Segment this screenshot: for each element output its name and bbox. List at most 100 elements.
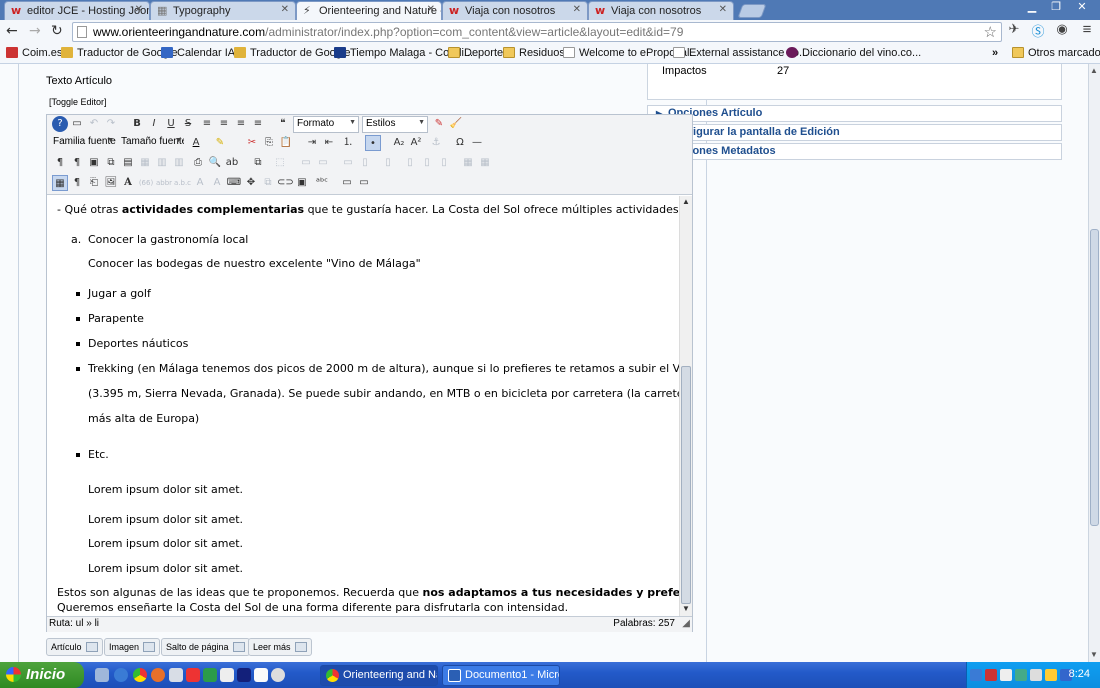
highlight-icon[interactable]: ✎: [212, 135, 228, 151]
table-row-before-icon[interactable]: ▭: [298, 155, 314, 171]
replace-icon[interactable]: ab: [224, 155, 240, 171]
accordion-article-options[interactable]: ▶ Opciones Artículo: [647, 105, 1062, 122]
bookmarks-overflow-button[interactable]: »: [992, 47, 998, 59]
code-view-icon[interactable]: ▭: [356, 175, 372, 191]
editor-scrollbar[interactable]: ▲ ▼: [679, 196, 692, 616]
page-break-button[interactable]: Salto de página: [161, 638, 250, 656]
font-family-select[interactable]: Familia fuente ▼: [50, 135, 116, 152]
cleanup-icon[interactable]: 🧹: [448, 116, 464, 132]
row-icon[interactable]: ▥: [154, 155, 170, 171]
browser-tab[interactable]: w Viaja con nosotros ✕: [588, 1, 734, 20]
taskbar-task-word[interactable]: Documento1 - Micros...: [442, 665, 560, 686]
tray-icon[interactable]: [1015, 669, 1027, 681]
table-col-before-icon[interactable]: ▯: [357, 155, 373, 171]
table-delete-col-icon[interactable]: ▯: [402, 155, 418, 171]
start-button[interactable]: Inicio: [0, 662, 84, 688]
special-char-icon[interactable]: Ω: [452, 135, 468, 151]
window-close-icon[interactable]: ✕: [1072, 0, 1092, 14]
extension-icon[interactable]: ✈: [1006, 21, 1022, 37]
chrome-icon[interactable]: [133, 668, 147, 682]
copy-icon[interactable]: ⎘: [261, 135, 277, 151]
forward-icon[interactable]: →: [29, 23, 41, 39]
paragraph-ltr-icon[interactable]: ¶: [52, 155, 68, 171]
browser-tab-active[interactable]: ⚡ Orienteering and Nature - Ad ✕: [296, 1, 442, 20]
horizontal-rule-icon[interactable]: —: [469, 135, 485, 151]
cite-icon[interactable]: (66): [138, 175, 154, 191]
font-color-icon[interactable]: A: [188, 135, 204, 151]
close-tab-icon[interactable]: ✕: [281, 4, 289, 15]
superscript-icon[interactable]: A²: [408, 135, 424, 151]
table-icon[interactable]: ▦: [137, 155, 153, 171]
page-scrollbar[interactable]: ▲ ▼: [1088, 64, 1100, 662]
image-manager-icon[interactable]: ▣: [294, 175, 310, 191]
tray-icon[interactable]: [1030, 669, 1042, 681]
close-tab-icon[interactable]: ✕: [719, 4, 727, 15]
absolute-icon[interactable]: ⧉: [260, 175, 276, 191]
insert-layer-icon[interactable]: ⧉: [250, 155, 266, 171]
browser-tab[interactable]: w editor JCE - Hosting Joomla ✕: [4, 1, 150, 20]
image-button[interactable]: Imagen: [104, 638, 161, 656]
quicklaunch-icon[interactable]: [271, 668, 285, 682]
media-icon[interactable]: ▣: [86, 155, 102, 171]
subscript-icon[interactable]: A₂: [391, 135, 407, 151]
style-props-icon[interactable]: ⬚: [272, 155, 288, 171]
tray-icon[interactable]: [1045, 669, 1057, 681]
paste-icon[interactable]: 📋: [278, 135, 294, 151]
redo-icon[interactable]: ↷: [103, 116, 119, 132]
back-icon[interactable]: ←: [6, 23, 18, 39]
visual-aid-icon[interactable]: ▦: [52, 175, 68, 191]
align-left-icon[interactable]: ≡: [199, 116, 215, 132]
read-more-button[interactable]: Leer más: [248, 638, 312, 656]
search-icon[interactable]: 🔍: [207, 155, 223, 171]
image-icon[interactable]: 🖼: [103, 175, 119, 191]
quicklaunch-icon[interactable]: [169, 668, 183, 682]
bookmark-item[interactable]: Traductor de Google: [61, 47, 177, 59]
format-select[interactable]: Formato ▼: [293, 116, 359, 133]
template-icon[interactable]: ⧉: [103, 155, 119, 171]
table-row-after-icon[interactable]: ▭: [315, 155, 331, 171]
help-icon[interactable]: ?: [52, 116, 68, 132]
bookmark-item[interactable]: Coim.es: [6, 47, 62, 59]
firefox-icon[interactable]: [151, 668, 165, 682]
reload-icon[interactable]: ↻: [51, 23, 63, 39]
indent-icon[interactable]: ⇥: [304, 135, 320, 151]
eraser-icon[interactable]: ✎: [431, 116, 447, 132]
close-tab-icon[interactable]: ✕: [427, 4, 435, 15]
table-col-after-icon[interactable]: ▯: [380, 155, 396, 171]
address-bar[interactable]: www.orienteeringandnature.com/administra…: [72, 22, 1002, 42]
scroll-up-icon[interactable]: ▲: [1090, 66, 1098, 75]
accordion-metadata[interactable]: ▶ Opciones Metadatos: [647, 143, 1062, 160]
bookmark-star-icon[interactable]: ☆: [984, 23, 997, 41]
link-icon[interactable]: ⊂⊃: [277, 175, 294, 191]
preview-icon[interactable]: ▤: [120, 155, 136, 171]
other-bookmarks-folder[interactable]: Otros marcadores: [1012, 47, 1100, 59]
column-icon[interactable]: ▥: [171, 155, 187, 171]
cut-icon[interactable]: ✂: [244, 135, 260, 151]
attributes-icon[interactable]: ⌨: [226, 175, 242, 191]
paragraph-rtl-icon[interactable]: ¶: [69, 155, 85, 171]
outdent-icon[interactable]: ⇤: [321, 135, 337, 151]
taskbar-task-chrome[interactable]: Orienteering and Nat...: [320, 665, 438, 686]
delete-text-icon[interactable]: A: [192, 175, 208, 191]
bold-icon[interactable]: B: [129, 116, 145, 132]
tray-icon[interactable]: [970, 669, 982, 681]
typography-icon[interactable]: A: [120, 175, 136, 191]
spellcheck-icon[interactable]: ᵃᵇᶜ: [314, 175, 330, 191]
skype-icon[interactable]: Ⓢ: [1030, 21, 1046, 39]
editor-content-area[interactable]: - Qué otras actividades complementarias …: [47, 196, 679, 616]
italic-icon[interactable]: I: [146, 116, 162, 132]
menu-icon[interactable]: ≡: [1079, 21, 1095, 38]
scroll-down-icon[interactable]: ▼: [682, 604, 690, 613]
new-tab-button[interactable]: [737, 4, 767, 18]
show-blocks-icon[interactable]: ¶: [69, 175, 85, 191]
anchor-icon[interactable]: ⚓: [428, 135, 444, 151]
quicklaunch-icon[interactable]: [237, 668, 251, 682]
bulleted-list-icon[interactable]: •: [365, 135, 381, 151]
bookmark-folder[interactable]: Residuos: [503, 47, 565, 59]
eye-icon[interactable]: ◉: [1054, 21, 1070, 37]
fullscreen-icon[interactable]: ▭: [339, 175, 355, 191]
browser-tab[interactable]: w Viaja con nosotros ✕: [442, 1, 588, 20]
scroll-down-icon[interactable]: ▼: [1090, 650, 1098, 659]
align-center-icon[interactable]: ≡: [216, 116, 232, 132]
table-split-icon[interactable]: ▯: [419, 155, 435, 171]
